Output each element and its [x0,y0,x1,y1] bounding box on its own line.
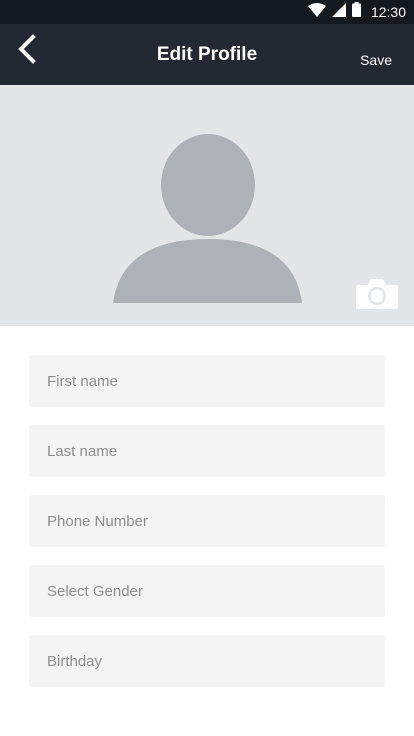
save-button[interactable]: Save [360,24,392,85]
app-bar: Edit Profile Save [0,24,414,85]
status-icons: 12:30 [307,0,406,24]
battery-icon [351,2,361,22]
change-photo-button[interactable] [355,277,399,311]
back-button[interactable] [10,33,44,69]
gender-select[interactable] [29,565,385,617]
edit-profile-screen: 12:30 Edit Profile Save [0,0,414,736]
profile-form [29,355,385,705]
status-bar: 12:30 [0,0,414,24]
last-name-field[interactable] [29,425,385,477]
user-placeholder-icon [112,133,304,305]
page-title: Edit Profile [156,44,258,65]
chevron-left-icon [16,33,38,69]
signal-icon [331,2,346,22]
status-time: 12:30 [370,4,406,20]
profile-photo-area[interactable] [0,85,414,326]
camera-icon [355,279,399,315]
phone-number-field[interactable] [29,495,385,547]
birthday-field[interactable] [29,635,385,687]
wifi-icon [307,2,326,22]
first-name-field[interactable] [29,355,385,407]
